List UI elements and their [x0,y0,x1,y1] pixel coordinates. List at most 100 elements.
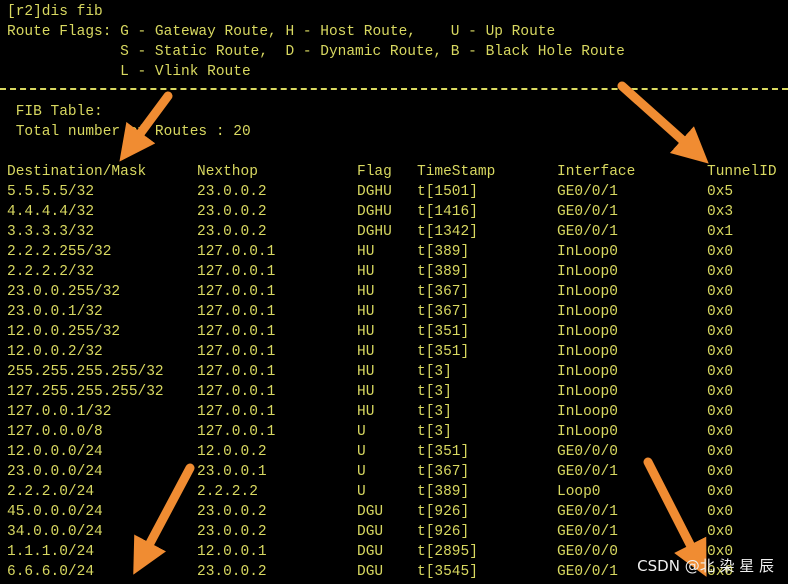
terminal-window[interactable]: [r2]dis fib Route Flags: G - Gateway Rou… [0,0,788,584]
tunnelid-cell: 0x0 [707,504,734,520]
flag-cell: DGU [357,504,384,520]
route-flags-line-2: S - Static Route, D - Dynamic Route, B -… [7,44,625,60]
interface-cell: GE0/0/1 [557,224,618,240]
timestamp-cell: t[1416] [417,204,478,220]
tunnelid-cell: 0x0 [707,344,734,360]
flag-cell: HU [357,244,375,260]
nexthop-cell: 23.0.0.1 [197,464,267,480]
interface-cell: GE0/0/1 [557,184,618,200]
flag-cell: HU [357,324,375,340]
nexthop-cell: 127.0.0.1 [197,344,276,360]
tunnelid-cell: 0x0 [707,304,734,320]
tunnelid-cell: 0x0 [707,484,734,500]
nexthop-cell: 127.0.0.1 [197,404,276,420]
interface-cell: InLoop0 [557,264,618,280]
tunnelid-cell: 0x0 [707,524,734,540]
destination-cell: 12.0.0.0/24 [7,444,103,460]
fib-table-title: FIB Table: [7,104,103,120]
nexthop-cell: 23.0.0.2 [197,184,267,200]
header-timestamp: TimeStamp [417,164,496,180]
timestamp-cell: t[367] [417,304,470,320]
interface-cell: InLoop0 [557,304,618,320]
flag-cell: HU [357,264,375,280]
nexthop-cell: 12.0.0.1 [197,544,267,560]
flag-cell: HU [357,404,375,420]
header-destination-mask: Destination/Mask [7,164,147,180]
timestamp-cell: t[389] [417,264,470,280]
flag-cell: HU [357,284,375,300]
timestamp-cell: t[389] [417,244,470,260]
nexthop-cell: 23.0.0.2 [197,504,267,520]
destination-cell: 3.3.3.3/32 [7,224,95,240]
flag-cell: HU [357,364,375,380]
interface-cell: InLoop0 [557,364,618,380]
tunnelid-cell: 0x0 [707,404,734,420]
timestamp-cell: t[3] [417,364,452,380]
interface-cell: InLoop0 [557,404,618,420]
interface-cell: GE0/0/1 [557,504,618,520]
destination-cell: 12.0.0.2/32 [7,344,103,360]
nexthop-cell: 23.0.0.2 [197,224,267,240]
route-flags-line-1: Route Flags: G - Gateway Route, H - Host… [7,24,556,40]
tunnelid-cell: 0x0 [707,364,734,380]
arrow-to-bottom-right [643,457,707,577]
interface-cell: GE0/0/0 [557,544,618,560]
destination-cell: 45.0.0.0/24 [7,504,103,520]
total-routes-count: Total number of Routes : 20 [7,124,251,140]
destination-cell: 4.4.4.4/32 [7,204,95,220]
tunnelid-cell: 0x0 [707,284,734,300]
flag-cell: HU [357,384,375,400]
nexthop-cell: 23.0.0.2 [197,564,267,580]
tunnelid-cell: 0x3 [707,204,734,220]
flag-cell: U [357,464,366,480]
interface-cell: GE0/0/0 [557,444,618,460]
timestamp-cell: t[926] [417,524,470,540]
flag-cell: U [357,444,366,460]
interface-cell: GE0/0/1 [557,464,618,480]
destination-cell: 127.0.0.1/32 [7,404,112,420]
arrow-to-bottom-left [133,463,195,575]
timestamp-cell: t[2895] [417,544,478,560]
destination-cell: 23.0.0.1/32 [7,304,103,320]
interface-cell: GE0/0/1 [557,204,618,220]
interface-cell: InLoop0 [557,284,618,300]
timestamp-cell: t[367] [417,464,470,480]
interface-cell: InLoop0 [557,324,618,340]
nexthop-cell: 127.0.0.1 [197,264,276,280]
timestamp-cell: t[3] [417,424,452,440]
interface-cell: GE0/0/1 [557,564,618,580]
destination-cell: 127.0.0.0/8 [7,424,103,440]
timestamp-cell: t[926] [417,504,470,520]
tunnelid-cell: 0x5 [707,184,734,200]
timestamp-cell: t[3545] [417,564,478,580]
nexthop-cell: 23.0.0.2 [197,524,267,540]
interface-cell: InLoop0 [557,384,618,400]
separator-dashes [0,88,788,90]
header-interface: Interface [557,164,636,180]
tunnelid-cell: 0x0 [707,324,734,340]
destination-cell: 1.1.1.0/24 [7,544,95,560]
destination-cell: 127.255.255.255/32 [7,384,164,400]
nexthop-cell: 127.0.0.1 [197,284,276,300]
flag-cell: HU [357,304,375,320]
nexthop-cell: 23.0.0.2 [197,204,267,220]
flag-cell: DGU [357,564,384,580]
timestamp-cell: t[351] [417,344,470,360]
destination-cell: 5.5.5.5/32 [7,184,95,200]
timestamp-cell: t[1342] [417,224,478,240]
tunnelid-cell: 0x0 [707,264,734,280]
destination-cell: 2.2.2.255/32 [7,244,112,260]
destination-cell: 34.0.0.0/24 [7,524,103,540]
destination-cell: 23.0.0.0/24 [7,464,103,480]
destination-cell: 2.2.2.2/32 [7,264,95,280]
flag-cell: DGU [357,544,384,560]
tunnelid-cell: 0x0 [707,464,734,480]
destination-cell: 255.255.255.255/32 [7,364,164,380]
flag-cell: U [357,424,366,440]
nexthop-cell: 12.0.0.2 [197,444,267,460]
tunnelid-cell: 0x1 [707,224,734,240]
flag-cell: DGHU [357,184,392,200]
flag-cell: HU [357,344,375,360]
interface-cell: InLoop0 [557,344,618,360]
destination-cell: 2.2.2.0/24 [7,484,95,500]
